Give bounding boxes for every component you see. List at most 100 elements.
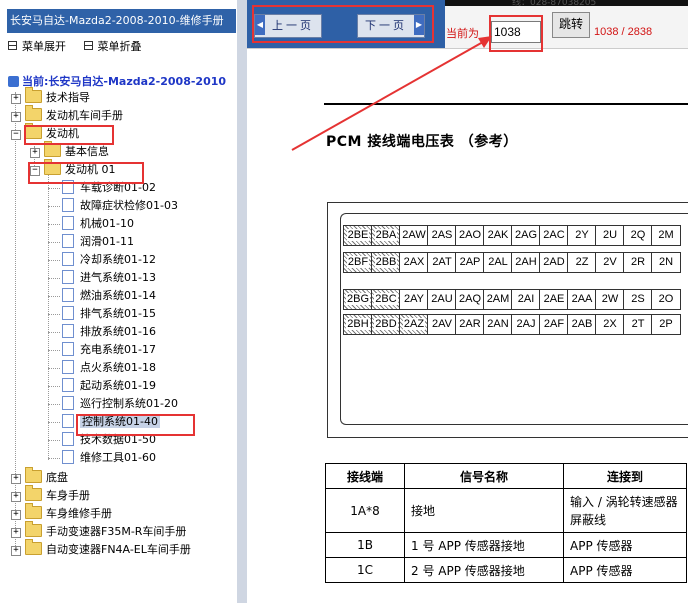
connector-pin: 2AG [511, 225, 541, 246]
panel-splitter[interactable] [237, 0, 247, 603]
tree-item-engine-workshop[interactable]: + 发动机车间手册 [11, 105, 123, 124]
tree-item-section[interactable]: 起动系统01-19 [48, 378, 156, 394]
document-icon [62, 252, 74, 266]
collapse-menu-button[interactable]: 菜单折叠 [83, 38, 142, 54]
tree-item-manual[interactable]: + 车身手册 [11, 485, 90, 504]
tree-item-section[interactable]: 点火系统01-18 [48, 360, 156, 376]
connector-pin: 2Y [567, 225, 597, 246]
current-page-label: 当前为 [446, 27, 479, 40]
connector-pin: 2AR [455, 314, 485, 335]
tree-item-section[interactable]: 排放系统01-16 [48, 324, 156, 340]
connector-pin: 2BE [343, 225, 373, 246]
connector-pin: 2S [623, 289, 653, 310]
tree-item-manual[interactable]: + 底盘 [11, 467, 68, 486]
table-cell: 1 号 APP 传感器接地 [404, 532, 564, 558]
table-row: 1C 2 号 APP 传感器接地 APP 传感器 [325, 557, 687, 583]
folder-icon [25, 539, 42, 555]
document-icon [62, 432, 74, 446]
document-page: PCM 接线端电压表 （参考） 2BE 2BA 2AW 2AS 2AO 2AK 2AG 2AC… [247, 48, 688, 604]
computer-icon [8, 76, 19, 87]
document-panel: ◀ 上一页 下一页 ▶ 线：028-87038205 当前为 1038 跳转 103… [247, 0, 688, 604]
tree-item-section[interactable]: 维修工具01-60 [48, 450, 156, 466]
navigation-panel: 长安马自达-Mazda2-2008-2010-维修手册 菜单展开 菜单折叠 当前… [0, 0, 246, 603]
document-icon [62, 360, 74, 374]
annotation-box [252, 5, 434, 43]
expand-icon[interactable]: + [30, 148, 40, 158]
connector-pin: 2BH [343, 314, 373, 335]
connector-pin: 2AZ [399, 314, 429, 335]
connector-pin: 2AE [539, 289, 569, 310]
expand-icon[interactable]: + [11, 94, 21, 104]
header-rule [324, 103, 688, 105]
tree-item-section[interactable]: 进气系统01-13 [48, 270, 156, 286]
column-header: 接线端 [325, 463, 405, 489]
expand-icon[interactable]: + [11, 112, 21, 122]
connector-pin: 2AL [483, 252, 513, 273]
connector-diagram: 2BE 2BA 2AW 2AS 2AO 2AK 2AG 2AC 2Y 2U 2Q 2M 2BF 2BB 2A… [327, 202, 688, 438]
table-cell: APP 传感器 [563, 532, 687, 558]
connector-pin: 2AS [427, 225, 457, 246]
connector-pin: 2AB [567, 314, 597, 335]
expand-icon[interactable]: + [11, 510, 21, 520]
table-row: 1B 1 号 APP 传感器接地 APP 传感器 [325, 532, 687, 558]
collapse-icon[interactable]: − [11, 130, 21, 140]
tree-item-section[interactable]: 机械01-10 [48, 216, 134, 232]
connector-pin: 2R [623, 252, 653, 273]
connector-pin: 2AX [399, 252, 429, 273]
table-cell: 接地 [404, 488, 564, 533]
tree-item-basic-info[interactable]: + 基本信息 [30, 141, 109, 160]
connector-pin: 2W [595, 289, 625, 310]
expand-icon[interactable]: + [11, 492, 21, 502]
page-count: 1038 / 2838 [594, 26, 653, 38]
connector-pin: 2AT [427, 252, 457, 273]
tree-item-section[interactable]: 充电系统01-17 [48, 342, 156, 358]
annotation-box [489, 15, 543, 52]
tree-item-manual[interactable]: + 手动变速器F35M-R车间手册 [11, 521, 186, 540]
menu-icon [8, 41, 17, 50]
current-location: 当前:长安马自达-Mazda2-2008-2010 [8, 73, 226, 89]
connector-pin: 2AC [539, 225, 569, 246]
connector-pin: 2AH [511, 252, 541, 273]
connector-pin: 2AD [539, 252, 569, 273]
tree-item-tech-guide[interactable]: + 技术指导 [11, 87, 90, 106]
folder-icon [25, 105, 42, 121]
tree-item-section[interactable]: 燃油系统01-14 [48, 288, 156, 304]
tree-item-section[interactable]: 巡行控制系统01-20 [48, 396, 178, 412]
connector-pin: 2BA [371, 225, 401, 246]
document-icon [62, 396, 74, 410]
document-icon [62, 288, 74, 302]
connector-pin: 2AI [511, 289, 541, 310]
connector-pin: 2AO [455, 225, 485, 246]
connector-pin: 2AW [399, 225, 429, 246]
document-icon [62, 234, 74, 248]
expand-icon[interactable]: + [11, 474, 21, 484]
folder-icon [25, 467, 42, 483]
tree-item-section[interactable]: 润滑01-11 [48, 234, 134, 250]
tree-item-section[interactable]: 故障症状检修01-03 [48, 198, 178, 214]
connector-pin: 2AU [427, 289, 457, 310]
connector-pin: 2N [651, 252, 681, 273]
tree-item-section[interactable]: 排气系统01-15 [48, 306, 156, 322]
jump-button[interactable]: 跳转 [552, 12, 590, 38]
table-cell: 1C [325, 557, 405, 583]
connector-pin: 2AA [567, 289, 597, 310]
tree-item-manual[interactable]: + 自动变速器FN4A-EL车间手册 [11, 539, 191, 558]
expand-menu-button[interactable]: 菜单展开 [8, 38, 66, 54]
tree-item-section[interactable]: 冷却系统01-12 [48, 252, 156, 268]
menu-row: 菜单展开 菜单折叠 [8, 38, 156, 54]
connector-body: 2BE 2BA 2AW 2AS 2AO 2AK 2AG 2AC 2Y 2U 2Q 2M 2BF 2BB 2A… [340, 213, 688, 425]
connector-pin: 2O [651, 289, 681, 310]
table-cell: APP 传感器 [563, 557, 687, 583]
document-icon [62, 198, 74, 212]
connector-pin: 2Q [623, 225, 653, 246]
expand-icon[interactable]: + [11, 528, 21, 538]
connector-pin: 2Z [567, 252, 597, 273]
connector-pin: 2AF [539, 314, 569, 335]
column-header: 信号名称 [404, 463, 564, 489]
tree-item-manual[interactable]: + 车身维修手册 [11, 503, 112, 522]
table-cell: 2 号 APP 传感器接地 [404, 557, 564, 583]
connector-pin: 2M [651, 225, 681, 246]
column-header: 连接到 [563, 463, 687, 489]
expand-icon[interactable]: + [11, 546, 21, 556]
connector-pin: 2AQ [455, 289, 485, 310]
